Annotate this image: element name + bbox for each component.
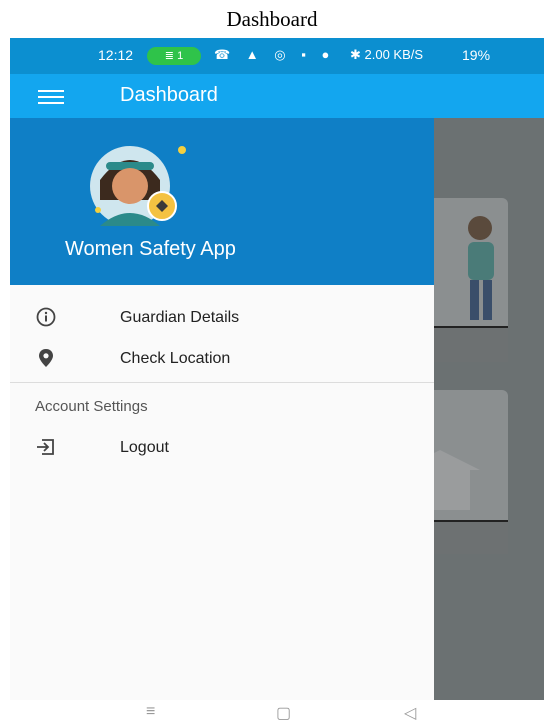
nav-item-logout[interactable]: Logout — [10, 427, 434, 469]
page-caption: Dashboard — [226, 7, 318, 31]
system-navigation-bar: ≡ ▢ ◁ — [0, 700, 544, 726]
status-time: 12:12 — [98, 47, 134, 63]
hamburger-menu-icon[interactable] — [38, 90, 64, 106]
nav-item-label: Logout — [120, 439, 169, 456]
phone-screen: 12:12 ≣ 1 ☎ ▲ ◎ ▪ ● ✱ 2.00 KB/S 19% Wome… — [10, 38, 544, 700]
notification-icons: ☎ ▲ ◎ ▪ ● — [214, 47, 336, 62]
nav-item-label: Guardian Details — [120, 309, 240, 326]
status-bar: 12:12 ≣ 1 ☎ ▲ ◎ ▪ ● ✱ 2.00 KB/S 19% — [10, 38, 544, 74]
network-speed: ✱ 2.00 KB/S — [350, 47, 424, 62]
logout-icon — [37, 439, 54, 455]
navigation-drawer: Women Safety App Guardian Details Check … — [10, 118, 434, 700]
battery-level: 19% — [462, 47, 491, 63]
app-bar-title: Dashboard — [120, 84, 218, 106]
account-settings-heading: Account Settings — [35, 398, 148, 415]
location-pin-icon — [39, 349, 53, 367]
woman-avatar-icon — [90, 146, 186, 226]
recent-apps-button[interactable]: ≡ — [146, 703, 155, 721]
wifi-badge: ≣ 1 — [147, 47, 201, 65]
app-bar — [10, 74, 544, 118]
drawer-app-title: Women Safety App — [65, 238, 236, 260]
info-icon — [36, 307, 56, 327]
home-button[interactable]: ▢ — [276, 703, 291, 723]
drawer-divider — [10, 382, 434, 383]
drawer-header: Women Safety App — [10, 118, 434, 285]
back-button[interactable]: ◁ — [404, 703, 416, 723]
nav-item-label: Check Location — [120, 350, 231, 367]
nav-item-check-location[interactable]: Check Location — [10, 338, 434, 380]
nav-item-guardian-details[interactable]: Guardian Details — [10, 297, 434, 339]
